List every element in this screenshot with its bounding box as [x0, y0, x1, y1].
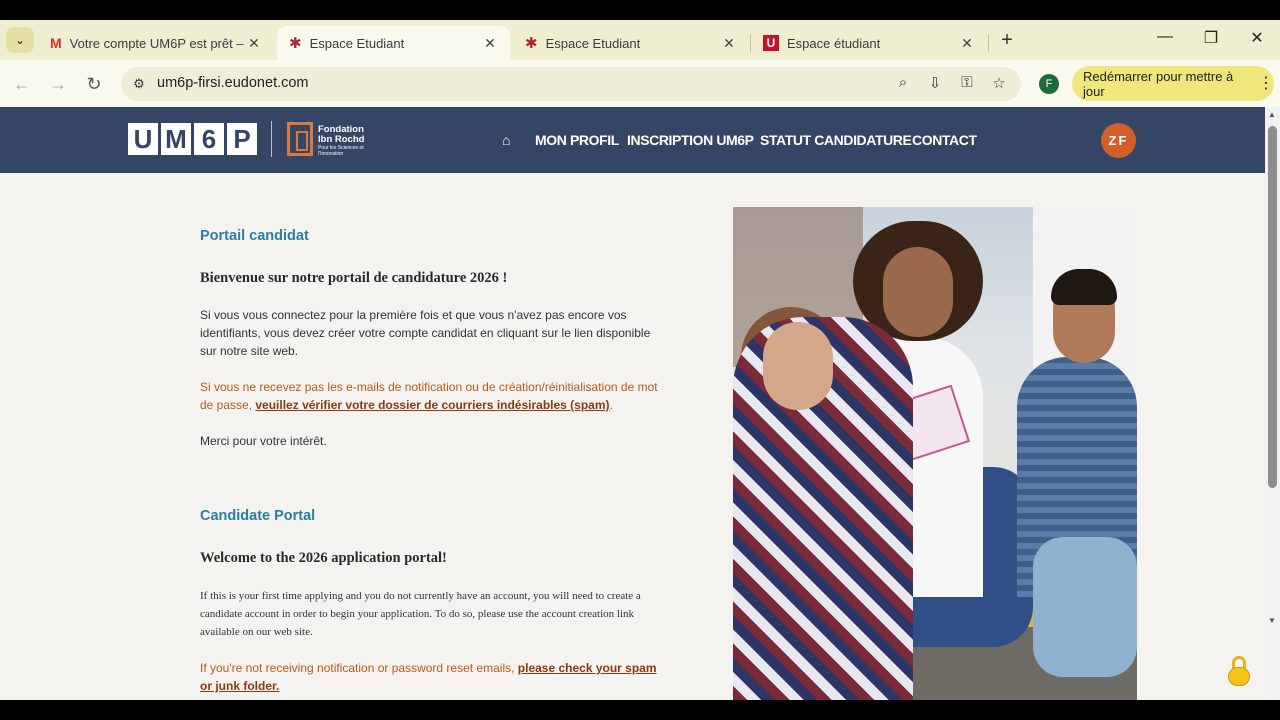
tab-search-chevron-icon[interactable]: ⌄ [6, 27, 34, 53]
browser-window: ⌄ M Votre compte UM6P est prêt – ( ✕ ✱ E… [0, 20, 1280, 700]
back-icon[interactable]: ← [10, 72, 34, 96]
tab-separator [988, 34, 989, 52]
minimize-icon[interactable]: — [1153, 28, 1177, 46]
user-avatar[interactable]: ZF [1101, 123, 1136, 158]
forward-icon[interactable]: → [46, 72, 70, 96]
zoom-icon[interactable]: ⌕ [892, 74, 914, 94]
fondation-name: Fondation Ibn Rochd [318, 124, 365, 145]
reload-icon[interactable]: ↻ [82, 72, 106, 96]
close-window-icon[interactable]: ✕ [1245, 28, 1269, 48]
heading-en: Welcome to the 2026 application portal! [200, 550, 447, 566]
site-header: U M 6 P Fondation Ibn Rochd Pour les Scie… [0, 107, 1265, 173]
um6p-logo[interactable]: U M 6 P [128, 123, 257, 155]
students-photo [733, 207, 1137, 700]
spam-link-fr[interactable]: veuillez vérifier votre dossier de courr… [255, 398, 609, 412]
fondation-tagline: Pour les Sciences et l'Innovation [318, 145, 364, 157]
intro-en: If this is your first time applying and … [200, 590, 641, 638]
tab-espace-etudiant[interactable]: ✱ Espace Etudiant ✕ [513, 26, 749, 60]
fondation-mark-icon [287, 122, 313, 156]
nav-contact[interactable]: CONTACT [912, 132, 977, 148]
main-content: Portail candidat Bienvenue sur notre por… [0, 173, 1265, 700]
intro-fr: Si vous vous connectez pour la première … [200, 308, 651, 358]
password-key-icon[interactable]: ⚿ [956, 74, 978, 94]
scroll-down-arrow-icon[interactable]: ▼ [1268, 616, 1276, 625]
profile-avatar[interactable]: F [1039, 74, 1059, 94]
home-icon[interactable]: ⌂ [502, 107, 518, 173]
scroll-up-arrow-icon[interactable]: ▲ [1268, 110, 1276, 119]
fondation-ibn-rochd-logo: Fondation Ibn Rochd Pour les Sciences et … [287, 122, 367, 158]
bottom-black-bar [0, 700, 1280, 720]
close-tab-icon[interactable]: ✕ [959, 35, 975, 52]
nav-mon-profil[interactable]: MON PROFIL [535, 132, 619, 148]
new-tab-button[interactable]: + [996, 29, 1018, 51]
warning-fr: Si vous ne recevez pas les e-mails de no… [200, 378, 660, 414]
logo-divider [271, 121, 272, 157]
um6p-person-icon: ✱ [525, 35, 538, 52]
update-restart-button[interactable]: Redémarrer pour mettre à jour ⋮ [1072, 66, 1274, 101]
close-tab-icon[interactable]: ✕ [482, 35, 498, 52]
heading-fr: Bienvenue sur notre portail de candidatu… [200, 270, 508, 286]
tab-gmail[interactable]: M Votre compte UM6P est prêt – ( ✕ [38, 26, 274, 60]
nav-inscription[interactable]: INSCRIPTION UM6P [627, 132, 754, 148]
close-tab-icon[interactable]: ✕ [721, 35, 737, 52]
browser-toolbar: ← → ↻ ⚙ um6p-firsi.eudonet.com ⌕ ⇩ ⚿ ☆ F… [0, 60, 1280, 107]
lock-icon[interactable] [1228, 656, 1250, 686]
update-label: Redémarrer pour mettre à jour [1083, 68, 1234, 99]
logo-letter: P [227, 123, 257, 155]
tab-espace-etudiant-u[interactable]: U Espace étudiant ✕ [751, 26, 987, 60]
restore-icon[interactable]: ❐ [1199, 28, 1223, 48]
site-info-icon[interactable]: ⚙ [129, 74, 149, 94]
tab-label: Espace Etudiant [545, 35, 641, 51]
address-bar[interactable]: ⚙ um6p-firsi.eudonet.com ⌕ ⇩ ⚿ ☆ [121, 67, 1021, 101]
bookmark-star-icon[interactable]: ☆ [988, 74, 1010, 94]
tab-label: Espace étudiant [787, 35, 881, 51]
warning-suffix: . [609, 398, 613, 412]
section-title-en: Candidate Portal [200, 508, 316, 524]
tab-strip: ⌄ M Votre compte UM6P est prêt – ( ✕ ✱ E… [0, 20, 1280, 60]
nav-statut-candidature[interactable]: STATUT CANDIDATURE [760, 132, 912, 148]
logo-letter: U [128, 123, 158, 155]
thanks-fr: Merci pour votre intérêt. [200, 434, 327, 448]
tab-espace-etudiant-active[interactable]: ✱ Espace Etudiant ✕ [277, 26, 510, 60]
url-text[interactable]: um6p-firsi.eudonet.com [157, 75, 309, 91]
logo-letter: 6 [194, 123, 224, 155]
warning-en: If you're not receiving notification or … [200, 659, 660, 695]
section-title-fr: Portail candidat [200, 228, 309, 244]
tab-label: Espace Etudiant [309, 35, 405, 51]
gmail-icon: M [50, 35, 62, 51]
menu-kebab-icon[interactable]: ⋮ [1258, 75, 1274, 92]
um6p-person-icon: ✱ [289, 35, 302, 52]
scrollbar-thumb[interactable] [1268, 126, 1277, 488]
install-app-icon[interactable]: ⇩ [924, 74, 946, 94]
logo-letter: M [161, 123, 191, 155]
warning-text: If you're not receiving notification or … [200, 661, 518, 675]
tab-label: Votre compte UM6P est prêt – ( [69, 35, 246, 51]
u-red-icon: U [763, 35, 779, 51]
close-tab-icon[interactable]: ✕ [246, 35, 262, 52]
